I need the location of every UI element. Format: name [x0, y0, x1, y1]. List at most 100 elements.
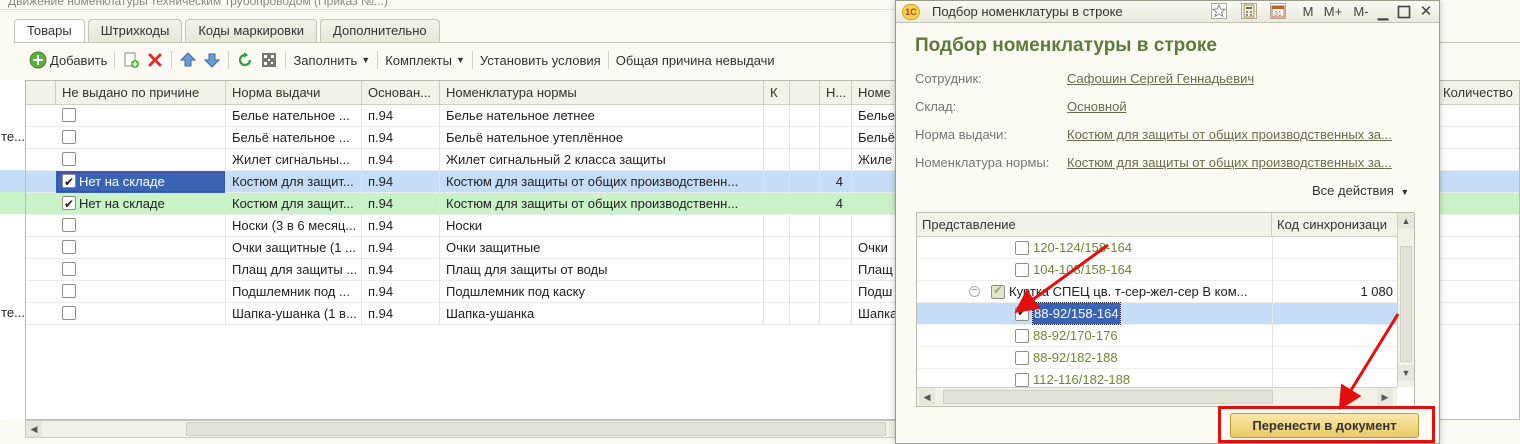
add-button[interactable]: Добавить — [26, 49, 110, 71]
cell-n[interactable]: 4 — [820, 193, 852, 215]
warehouse-link[interactable]: Основной — [1067, 99, 1408, 114]
cell-reason[interactable] — [56, 215, 226, 237]
calendar-icon[interactable]: 31 — [1270, 3, 1286, 19]
cell-nomenclature2[interactable]: Жиле — [852, 149, 896, 171]
cell-empty[interactable] — [790, 193, 820, 215]
memory-minus-button[interactable]: M- — [1350, 3, 1372, 21]
tree-row[interactable]: 88-92/158-164 — [917, 302, 1397, 325]
scroll-right-icon[interactable]: ▶ — [1377, 389, 1393, 405]
header-reason[interactable]: Не выдано по причине — [56, 81, 226, 105]
norm-nomenclature-link[interactable]: Костюм для защиты от общих производствен… — [1067, 155, 1408, 170]
issued-checkbox[interactable] — [62, 262, 76, 276]
tree-item-checkbox[interactable] — [1015, 263, 1029, 277]
cell-k[interactable] — [764, 215, 790, 237]
cell-n[interactable] — [820, 105, 852, 127]
tree-row[interactable]: 88-92/170-176 — [917, 325, 1397, 347]
cell-nomenclature2[interactable]: Бельё — [852, 127, 896, 149]
cell-reason[interactable] — [56, 105, 226, 127]
copy-add-button[interactable] — [119, 49, 143, 71]
scroll-thumb[interactable] — [186, 422, 886, 436]
cell-k[interactable] — [764, 237, 790, 259]
common-reason-button[interactable]: Общая причина невыдачи — [613, 49, 778, 71]
cell-k[interactable] — [764, 171, 790, 193]
tab-additional[interactable]: Дополнительно — [320, 19, 440, 42]
issued-checkbox[interactable] — [62, 108, 76, 122]
calculator-icon[interactable] — [1241, 3, 1257, 19]
cell-norm[interactable]: Бельё нательное ... — [226, 127, 362, 149]
cell-reason[interactable] — [56, 259, 226, 281]
close-icon[interactable]: ✕ — [1418, 3, 1434, 21]
cell-k[interactable] — [764, 259, 790, 281]
employee-link[interactable]: Сафошин Сергей Геннадьевич — [1067, 71, 1408, 86]
cell-nomenclature2[interactable]: Очки — [852, 237, 896, 259]
cell-basis[interactable]: п.94 — [362, 171, 440, 193]
cell-n[interactable] — [820, 215, 852, 237]
sets-menu-button[interactable]: Комплекты ▼ — [382, 49, 468, 71]
cell-reason[interactable]: Нет на складе — [56, 193, 226, 215]
cell-norm[interactable]: Шапка-ушанка (1 в... — [226, 303, 362, 325]
tree-item-checkbox[interactable] — [991, 283, 1005, 299]
cell-empty[interactable] — [790, 171, 820, 193]
issued-checkbox[interactable] — [62, 194, 76, 215]
issued-checkbox[interactable] — [62, 240, 76, 254]
all-actions-menu[interactable]: Все действия ▼ — [1312, 183, 1409, 198]
tab-goods[interactable]: Товары — [14, 19, 85, 43]
cell-nomenclature2[interactable] — [852, 193, 896, 215]
cell-nomenclature2[interactable]: Подш — [852, 281, 896, 303]
memory-plus-button[interactable]: M+ — [1322, 3, 1344, 21]
cell-norm[interactable]: Белье нательное ... — [226, 105, 362, 127]
tree-item-checkbox[interactable] — [1015, 351, 1029, 365]
cell-reason[interactable] — [56, 237, 226, 259]
scroll-thumb[interactable] — [1400, 246, 1412, 362]
tree-item-checkbox[interactable] — [1015, 329, 1029, 343]
cell-empty[interactable] — [790, 105, 820, 127]
maximize-icon[interactable] — [1396, 3, 1412, 21]
scroll-up-icon[interactable]: ▲ — [1398, 213, 1414, 229]
cell-k[interactable] — [764, 281, 790, 303]
cell-nomenclature[interactable]: Белье нательное летнее — [440, 105, 764, 127]
tree-row[interactable]: 120-124/158-164 — [917, 237, 1397, 259]
cell-reason[interactable] — [56, 149, 226, 171]
delete-button[interactable] — [143, 49, 167, 71]
scroll-left-icon[interactable]: ◀ — [919, 389, 935, 405]
cell-empty[interactable] — [790, 237, 820, 259]
cell-norm[interactable]: Плащ для защиты ... — [226, 259, 362, 281]
header-representation[interactable]: Представление — [917, 213, 1272, 237]
header-sync-code[interactable]: Код синхронизаци — [1272, 213, 1397, 237]
cell-reason[interactable] — [56, 127, 226, 149]
fill-menu-button[interactable]: Заполнить ▼ — [290, 49, 373, 71]
cell-k[interactable] — [764, 193, 790, 215]
issued-checkbox[interactable] — [62, 152, 76, 166]
memory-m-button[interactable]: M — [1301, 3, 1315, 21]
set-conditions-button[interactable]: Установить условия — [477, 49, 604, 71]
issued-checkbox[interactable] — [62, 172, 76, 193]
cell-reason[interactable]: Нет на складе — [56, 171, 226, 193]
issued-checkbox[interactable] — [62, 218, 76, 232]
cell-reason[interactable] — [56, 303, 226, 325]
cell-nomenclature[interactable]: Костюм для защиты от общих производствен… — [440, 193, 764, 215]
favorite-star-icon[interactable] — [1211, 3, 1227, 19]
tab-marking-codes[interactable]: Коды маркировки — [185, 19, 318, 42]
cell-empty[interactable] — [790, 303, 820, 325]
header-quantity[interactable]: Количество — [1437, 81, 1519, 105]
cell-k[interactable] — [764, 149, 790, 171]
cell-empty[interactable] — [790, 149, 820, 171]
cell-norm[interactable]: Жилет сигнальны... — [226, 149, 362, 171]
tree-row[interactable]: − Куртка СПЕЦ цв. т-сер-жел-сер В ком... 1… — [917, 281, 1397, 303]
tree-item-checkbox[interactable] — [1015, 373, 1029, 387]
goods-table-hscrollbar[interactable]: ◀ — [25, 420, 900, 438]
cell-nomenclature2[interactable]: Белье — [852, 105, 896, 127]
cell-empty[interactable] — [790, 127, 820, 149]
cell-nomenclature2[interactable] — [852, 171, 896, 193]
cell-norm[interactable]: Костюм для защит... — [226, 193, 362, 215]
cell-basis[interactable]: п.94 — [362, 127, 440, 149]
tree-row[interactable]: 104-108/158-164 — [917, 259, 1397, 281]
norm-link[interactable]: Костюм для защиты от общих производствен… — [1067, 127, 1408, 142]
minimize-icon[interactable]: ▁ — [1376, 3, 1390, 21]
cell-nomenclature[interactable]: Носки — [440, 215, 764, 237]
header-basis[interactable]: Основан... — [362, 81, 440, 105]
tree-vscrollbar[interactable]: ▲ ▼ — [1397, 213, 1414, 387]
header-n[interactable]: Н... — [820, 81, 852, 105]
cell-nomenclature2[interactable]: Шапка — [852, 303, 896, 325]
header-norm[interactable]: Норма выдачи — [226, 81, 362, 105]
